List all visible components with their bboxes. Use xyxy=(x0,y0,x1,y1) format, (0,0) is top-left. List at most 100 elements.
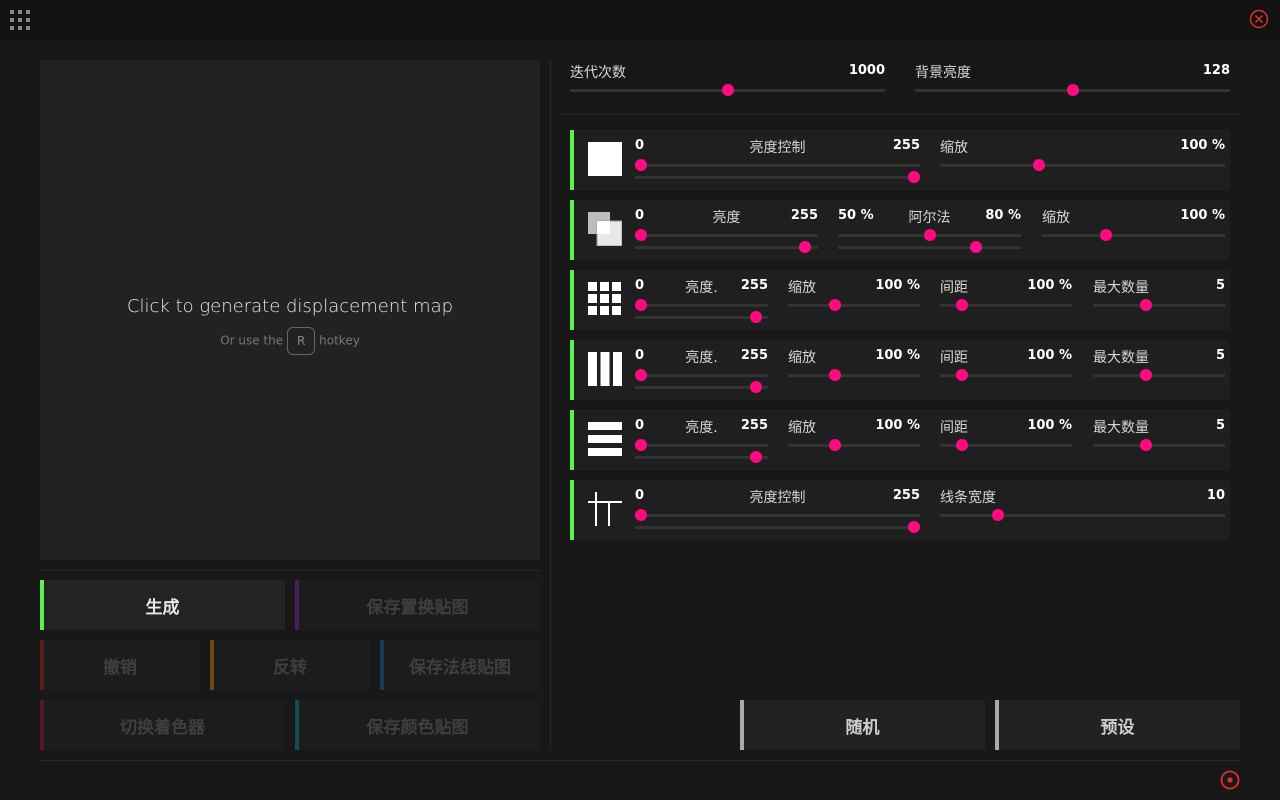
bg-brightness-value: 128 xyxy=(1202,63,1230,78)
row5-param1-value: 100 % xyxy=(875,418,920,433)
row1-param-slider-handle[interactable] xyxy=(1032,159,1045,171)
preview-title: Click to generate displacement map xyxy=(126,296,454,317)
preview-hint: Or use the Rhotkey xyxy=(40,327,540,355)
save-displacement-button[interactable]: 保存置换贴图 xyxy=(295,580,540,630)
target-icon[interactable] xyxy=(1220,770,1240,790)
row6-brightness-high-handle[interactable] xyxy=(908,521,920,533)
row2-brightness-high-handle[interactable] xyxy=(799,241,812,253)
iterations-slider-handle[interactable] xyxy=(721,84,734,96)
row2-scale-slider-handle[interactable] xyxy=(1100,229,1113,241)
row2-alpha-high-track[interactable] xyxy=(838,246,1021,249)
row4-param3-slider-handle[interactable] xyxy=(1139,369,1152,381)
switch-shader-button[interactable]: 切换着色器 xyxy=(40,700,285,750)
grid-squares-icon xyxy=(588,282,621,315)
layer-card-5: 0 亮度. 255 缩放 100 % 间距 100 % 最大数量 5 xyxy=(570,410,1230,470)
layer-card-accent[interactable] xyxy=(570,270,574,330)
row5-param2-slider-handle[interactable] xyxy=(955,439,968,451)
row6-brightness-low-handle[interactable] xyxy=(635,509,647,521)
row6-param-slider-handle[interactable] xyxy=(991,509,1004,521)
layer-card-accent[interactable] xyxy=(570,200,574,260)
hotkey-badge: R xyxy=(287,327,316,355)
row4-brightness-high-track[interactable] xyxy=(635,386,768,389)
save-normal-label: 保存法线贴图 xyxy=(409,657,511,678)
row3-param1-value: 100 % xyxy=(875,278,920,293)
row5-param3-slider-track[interactable] xyxy=(1093,444,1225,447)
row5-param3-slider-handle[interactable] xyxy=(1139,439,1152,451)
row4-brightness-max: 255 xyxy=(740,348,768,363)
layer-card-1: 0 亮度控制 255 缩放 100 % xyxy=(570,130,1230,190)
row4-param1-slider-handle[interactable] xyxy=(828,369,841,381)
row6-brightness-high-track[interactable] xyxy=(635,526,920,529)
row3-brightness-max: 255 xyxy=(740,278,768,293)
layer-card-accent[interactable] xyxy=(570,130,574,190)
row5-brightness-high-track[interactable] xyxy=(635,456,768,459)
undo-accent xyxy=(40,640,44,690)
row1-brightness-high-handle[interactable] xyxy=(908,171,920,183)
invert-button[interactable]: 反转 xyxy=(210,640,370,690)
row2-brightness-low-track[interactable] xyxy=(635,234,818,237)
row4-brightness-low-handle[interactable] xyxy=(635,369,647,381)
random-button[interactable]: 随机 xyxy=(740,700,985,750)
row2-scale-slider-track[interactable] xyxy=(1042,234,1225,237)
row3-brightness-low-handle[interactable] xyxy=(635,299,647,311)
row2-alpha-low-handle[interactable] xyxy=(923,229,936,241)
switch-shader-label: 切换着色器 xyxy=(120,717,205,738)
row5-brightness-low-track[interactable] xyxy=(635,444,768,447)
layer-card-accent[interactable] xyxy=(570,340,574,400)
row4-param2-value: 100 % xyxy=(1027,348,1072,363)
save-color-button[interactable]: 保存颜色贴图 xyxy=(295,700,540,750)
row5-param1-slider-handle[interactable] xyxy=(828,439,841,451)
row6-brightness-max: 255 xyxy=(892,488,920,503)
row4-param1-slider-track[interactable] xyxy=(788,374,920,377)
row4-brightness-high-handle[interactable] xyxy=(749,381,762,393)
horizontal-bars-icon xyxy=(588,422,622,456)
preset-button[interactable]: 预设 xyxy=(995,700,1240,750)
row3-param3-slider-handle[interactable] xyxy=(1139,299,1152,311)
row5-brightness-low-handle[interactable] xyxy=(635,439,647,451)
random-accent xyxy=(740,700,744,750)
row4-param2-slider-handle[interactable] xyxy=(955,369,968,381)
row3-param1-slider-track[interactable] xyxy=(788,304,920,307)
overlap-squares-icon xyxy=(588,212,622,246)
row6-brightness-low-track[interactable] xyxy=(635,514,920,517)
close-icon[interactable] xyxy=(1249,9,1269,29)
undo-label: 撤销 xyxy=(103,657,137,678)
layer-card-accent[interactable] xyxy=(570,410,574,470)
row5-brightness-high-handle[interactable] xyxy=(749,451,762,463)
row3-param2-slider-handle[interactable] xyxy=(955,299,968,311)
row5-brightness-max: 255 xyxy=(740,418,768,433)
layer-card-accent[interactable] xyxy=(570,480,574,540)
row3-brightness-high-track[interactable] xyxy=(635,316,768,319)
row5-param1-slider-track[interactable] xyxy=(788,444,920,447)
row2-brightness-low-handle[interactable] xyxy=(635,229,647,241)
row3-param2-value: 100 % xyxy=(1027,278,1072,293)
row4-brightness-low-track[interactable] xyxy=(635,374,768,377)
row1-brightness-low-track[interactable] xyxy=(635,164,920,167)
generate-button[interactable]: 生成 xyxy=(40,580,285,630)
row3-param3-slider-track[interactable] xyxy=(1093,304,1225,307)
switch-shader-accent xyxy=(40,700,44,750)
app-menu-icon[interactable] xyxy=(10,10,30,30)
layer-card-6: 0 亮度控制 255 线条宽度 10 xyxy=(570,480,1230,540)
save-normal-accent xyxy=(380,640,384,690)
row3-brightness-high-handle[interactable] xyxy=(749,311,762,323)
bg-brightness-slider-handle[interactable] xyxy=(1066,84,1079,96)
row2-brightness-high-track[interactable] xyxy=(635,246,818,249)
save-color-label: 保存颜色贴图 xyxy=(366,717,469,738)
row4-param3-slider-track[interactable] xyxy=(1093,374,1225,377)
displacement-map-preview[interactable]: Click to generate displacement map Or us… xyxy=(40,60,540,560)
row1-brightness-high-track[interactable] xyxy=(635,176,920,179)
bottom-divider xyxy=(40,760,1240,761)
preset-accent xyxy=(995,700,999,750)
row6-param-slider-track[interactable] xyxy=(940,514,1225,517)
save-normal-button[interactable]: 保存法线贴图 xyxy=(380,640,540,690)
row1-param-slider-track[interactable] xyxy=(940,164,1225,167)
row3-brightness-low-track[interactable] xyxy=(635,304,768,307)
row1-brightness-low-handle[interactable] xyxy=(635,159,647,171)
undo-button[interactable]: 撤销 xyxy=(40,640,200,690)
row2-alpha-high-handle[interactable] xyxy=(969,241,982,253)
lines-icon xyxy=(588,492,622,526)
save-color-accent xyxy=(295,700,299,750)
row3-param1-slider-handle[interactable] xyxy=(828,299,841,311)
vertical-bars-icon xyxy=(588,352,622,386)
